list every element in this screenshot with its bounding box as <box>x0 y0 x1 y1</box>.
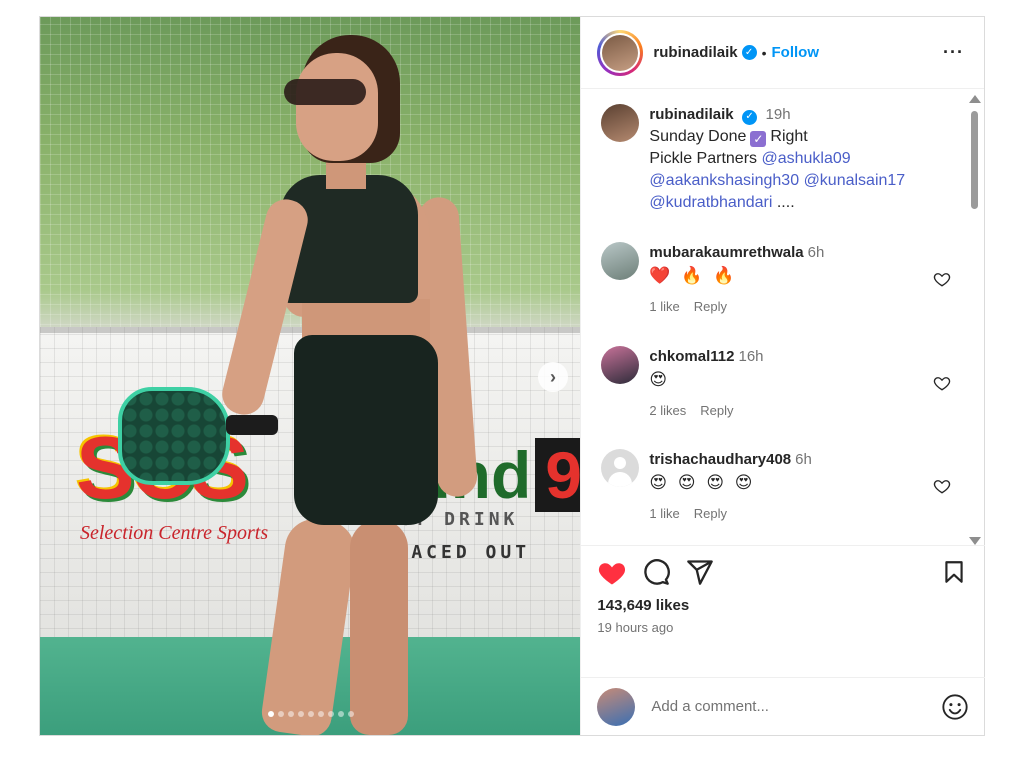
mention-link[interactable]: @aakankshasingh30 <box>649 172 799 189</box>
comment-body: mubarakaumrethwala 6h ❤️ 🔥 🔥 1 like Reply <box>649 242 824 318</box>
carousel-dot[interactable] <box>317 711 324 717</box>
caption-avatar[interactable] <box>601 104 640 142</box>
mention-link[interactable]: @kudratbhandari <box>649 194 772 211</box>
comment-time: 16h <box>738 348 764 365</box>
caption-time: 19h <box>765 106 791 123</box>
comment-username[interactable]: chkomal112 <box>649 348 734 365</box>
next-arrow-icon[interactable]: › <box>538 362 568 392</box>
caption-text: rubinadilaik ✓ 19h Sunday Done ✓ Right Pic… <box>649 104 905 214</box>
comment-item: trishachaudhary408 6h 😍 😍 😍 😍 1 like Reply <box>601 449 951 525</box>
carousel-dot[interactable] <box>337 711 344 717</box>
comment-username[interactable]: mubarakaumrethwala <box>649 244 803 261</box>
scs-logo-subtitle: Selection Centre Sports <box>80 522 269 544</box>
paddle-handle <box>226 415 278 435</box>
carousel-dot[interactable] <box>297 711 304 717</box>
share-icon[interactable] <box>685 557 715 587</box>
carousel-dots <box>40 711 580 717</box>
current-user-avatar <box>597 687 636 726</box>
comment-row: chkomal112 16h 😍 2 likes Reply <box>601 346 951 422</box>
carousel-dot[interactable] <box>347 711 354 717</box>
post-actions: 143,649 likes 19 hours ago <box>581 547 985 635</box>
comment-time: 6h <box>795 451 812 468</box>
person-leg-right <box>350 519 408 735</box>
emoji-icon[interactable] <box>941 693 969 721</box>
story-ring[interactable] <box>597 29 644 76</box>
caption-line2: Pickle Partners <box>649 150 758 167</box>
comment-icon[interactable] <box>641 557 671 587</box>
scroll-thumb[interactable] <box>971 111 978 209</box>
comments-scrollbar[interactable] <box>968 95 981 545</box>
reply-button[interactable]: Reply <box>694 506 727 521</box>
caption: rubinadilaik ✓ 19h Sunday Done ✓ Right Pic… <box>601 104 941 214</box>
comment-likes[interactable]: 2 likes <box>649 403 686 418</box>
comment-likes[interactable]: 1 like <box>649 506 679 521</box>
comment-username[interactable]: trishachaudhary408 <box>649 451 791 468</box>
carousel-dot[interactable] <box>267 711 274 717</box>
post-header: rubinadilaik ✓ • Follow ··· <box>581 17 984 89</box>
avatar <box>602 34 639 71</box>
comment-text: 😍 😍 😍 😍 <box>649 473 756 492</box>
comment-avatar[interactable] <box>601 242 640 280</box>
scroll-down-arrow-icon[interactable] <box>969 537 981 545</box>
likes-count[interactable]: 143,649 likes <box>597 597 969 614</box>
add-comment-input[interactable] <box>651 698 922 715</box>
header-username[interactable]: rubinadilaik <box>653 44 737 61</box>
carousel-dot[interactable] <box>327 711 334 717</box>
person-shorts <box>294 335 438 525</box>
verified-icon: ✓ <box>741 45 757 60</box>
comment-avatar[interactable] <box>601 346 640 384</box>
scroll-up-arrow-icon[interactable] <box>969 95 981 103</box>
post-modal: SCS Selection Centre Sports ound9 ERGY D… <box>39 16 986 736</box>
comment-item: chkomal112 16h 😍 2 likes Reply <box>601 346 951 422</box>
comment-meta: 1 like Reply <box>649 296 824 318</box>
heart-icon[interactable] <box>597 557 627 587</box>
comment-meta: 2 likes Reply <box>649 400 763 422</box>
caption-line1: Sunday Done <box>649 128 747 145</box>
comment-item: mubarakaumrethwala 6h ❤️ 🔥 🔥 1 like Reply <box>601 242 951 318</box>
comment-avatar[interactable] <box>601 449 640 487</box>
caption-ellipsis: .... <box>776 194 795 211</box>
sunglasses <box>284 79 366 105</box>
reply-button[interactable]: Reply <box>694 299 727 314</box>
comment-body: trishachaudhary408 6h 😍 😍 😍 😍 1 like Reply <box>649 449 811 525</box>
story-ring-inner <box>600 32 641 73</box>
more-icon[interactable]: ··· <box>939 42 968 63</box>
comment-row: trishachaudhary408 6h 😍 😍 😍 😍 1 like Reply <box>601 449 951 525</box>
comment-row: mubarakaumrethwala 6h ❤️ 🔥 🔥 1 like Reply <box>601 242 951 318</box>
person-head <box>296 53 378 161</box>
comments-list[interactable]: rubinadilaik ✓ 19h Sunday Done ✓ Right Pic… <box>581 90 986 546</box>
round9-logo-digit: 9 <box>535 438 581 512</box>
comment-heart-icon[interactable] <box>933 374 951 392</box>
comment-meta: 1 like Reply <box>649 503 811 525</box>
pickleball-paddle <box>118 387 230 485</box>
comment-heart-icon[interactable] <box>933 477 951 495</box>
carousel-dot[interactable] <box>287 711 294 717</box>
mention-link[interactable]: @ashukla09 <box>761 150 850 167</box>
comment-likes[interactable]: 1 like <box>649 299 679 314</box>
comment-text: ❤️ 🔥 🔥 <box>649 266 738 285</box>
comment-heart-icon[interactable] <box>933 270 951 288</box>
carousel-dot[interactable] <box>307 711 314 717</box>
post-photo[interactable]: SCS Selection Centre Sports ound9 ERGY D… <box>40 17 581 735</box>
caption-line1-end: Right <box>770 128 808 145</box>
comment-time: 6h <box>807 244 825 261</box>
follow-button[interactable]: Follow <box>772 44 820 61</box>
check-box-icon: ✓ <box>750 131 767 147</box>
post-side-panel: rubinadilaik ✓ • Follow ··· rubinadilaik… <box>580 17 986 735</box>
action-icons <box>597 547 969 597</box>
separator-dot: • <box>761 44 767 61</box>
reply-button[interactable]: Reply <box>700 403 733 418</box>
verified-icon: ✓ <box>742 109 758 125</box>
post-timestamp: 19 hours ago <box>597 620 674 635</box>
bookmark-icon[interactable] <box>939 557 969 587</box>
mention-link[interactable]: @kunalsain17 <box>804 172 906 189</box>
caption-username[interactable]: rubinadilaik <box>649 106 733 123</box>
comment-body: chkomal112 16h 😍 2 likes Reply <box>649 346 763 422</box>
carousel-dot[interactable] <box>277 711 284 717</box>
comment-text: 😍 <box>649 370 671 389</box>
add-comment-bar <box>581 677 986 735</box>
